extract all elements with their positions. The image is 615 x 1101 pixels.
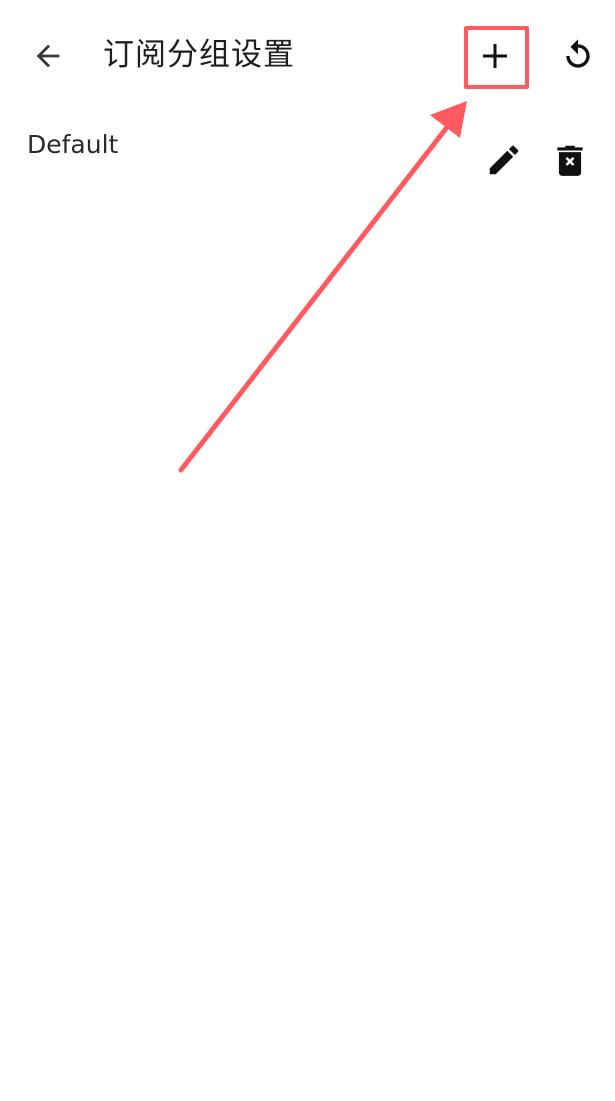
back-button[interactable]: [22, 30, 74, 82]
plus-icon: [482, 43, 507, 68]
refresh-icon: [566, 39, 590, 68]
pencil-icon: [489, 145, 519, 175]
edit-group-button[interactable]: [480, 136, 528, 184]
reset-button[interactable]: [550, 28, 606, 84]
list-item[interactable]: Default: [0, 112, 615, 202]
group-name: Default: [27, 130, 119, 159]
add-group-button[interactable]: [464, 26, 525, 85]
delete-group-button[interactable]: [546, 136, 594, 184]
trash-icon: [557, 145, 583, 176]
arrow-left-icon: [36, 44, 60, 68]
page-title: 订阅分组设置: [103, 37, 295, 73]
top-app-bar: 订阅分组设置: [0, 0, 615, 110]
